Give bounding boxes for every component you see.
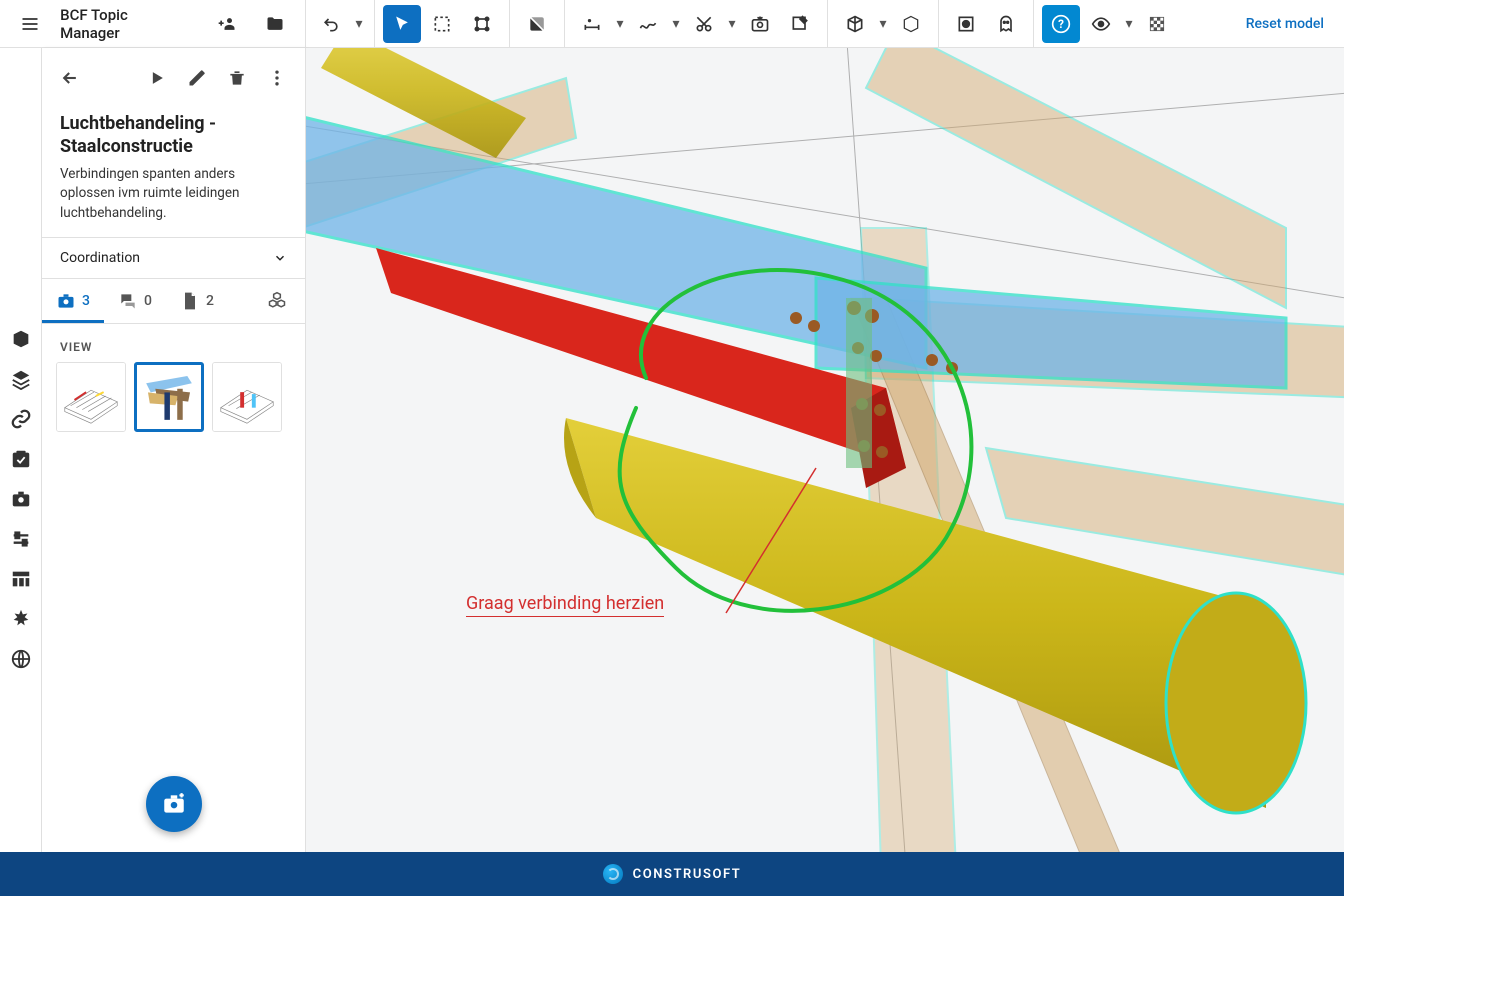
brand-logo-icon (603, 864, 623, 884)
elements-icon (267, 291, 287, 311)
play-icon[interactable] (141, 62, 173, 94)
folder-icon[interactable] (257, 5, 293, 43)
cut-dropdown[interactable]: ▾ (725, 16, 739, 32)
document-icon (180, 291, 200, 311)
more-icon[interactable] (261, 62, 293, 94)
freehand-icon[interactable] (629, 5, 667, 43)
annotate-icon[interactable] (781, 5, 819, 43)
ghost-icon[interactable] (987, 5, 1025, 43)
rail-check-icon[interactable] (10, 448, 32, 470)
top-toolbar: BCF Topic Manager ▾ ▾ (0, 0, 1344, 48)
undo-icon[interactable] (312, 5, 350, 43)
topic-block: Luchtbehandeling - Staalconstructie Verb… (42, 108, 305, 237)
panel-tabs: 3 0 2 (42, 279, 305, 324)
toolbar-buttons: ▾ ▾ ▾ ▾ (306, 0, 1344, 47)
view-section-label: VIEW (42, 324, 305, 362)
add-user-icon[interactable] (209, 5, 245, 43)
model-viewer[interactable]: Graag verbinding herzien (306, 48, 1344, 852)
rail-link-icon[interactable] (10, 408, 32, 430)
view-thumbnails (42, 362, 305, 432)
delete-icon[interactable] (221, 62, 253, 94)
footer-bar: CONSTRUSOFT (0, 852, 1344, 896)
transform-icon[interactable] (463, 5, 501, 43)
rail-camera-icon[interactable] (10, 488, 32, 510)
topic-description: Verbindingen spanten anders oplossen ivm… (60, 165, 287, 224)
camera-icon (56, 291, 76, 311)
chevron-down-icon (273, 251, 287, 265)
tab-elements[interactable] (253, 279, 305, 323)
undo-dropdown[interactable]: ▾ (352, 16, 366, 32)
rail-clash-icon[interactable] (10, 608, 32, 630)
contrast-icon[interactable] (518, 5, 556, 43)
edit-icon[interactable] (181, 62, 213, 94)
menu-icon[interactable] (12, 5, 48, 43)
brand-name: CONSTRUSOFT (633, 867, 742, 882)
tab-documents[interactable]: 2 (166, 279, 228, 323)
rail-sliders-icon[interactable] (10, 528, 32, 550)
annotation-text: Graag verbinding herzien (466, 593, 664, 617)
cut-icon[interactable] (685, 5, 723, 43)
panel-actions (42, 48, 305, 108)
panel-title-area: BCF Topic Manager (0, 0, 306, 47)
rail-layers-icon[interactable] (10, 368, 32, 390)
comments-icon (118, 291, 138, 311)
rail-cube-icon[interactable] (10, 328, 32, 350)
measure-dropdown[interactable]: ▾ (613, 16, 627, 32)
thumbnail-3[interactable] (212, 362, 282, 432)
eye-icon[interactable] (1082, 5, 1120, 43)
tab-views-count: 3 (82, 293, 90, 309)
reset-model-link[interactable]: Reset model (1232, 16, 1338, 32)
freehand-dropdown[interactable]: ▾ (669, 16, 683, 32)
cube-icon[interactable] (836, 5, 874, 43)
add-snapshot-fab[interactable] (146, 776, 202, 832)
eye-dropdown[interactable]: ▾ (1122, 16, 1136, 32)
help-icon[interactable]: ? (1042, 5, 1080, 43)
category-label: Coordination (60, 250, 140, 266)
main-area: Luchtbehandeling - Staalconstructie Verb… (0, 48, 1344, 852)
thumbnail-1[interactable] (56, 362, 126, 432)
topic-title: Luchtbehandeling - Staalconstructie (60, 112, 287, 159)
topic-panel: Luchtbehandeling - Staalconstructie Verb… (42, 48, 306, 852)
cube-dropdown[interactable]: ▾ (876, 16, 890, 32)
checker-icon[interactable] (1138, 5, 1176, 43)
rail-globe-icon[interactable] (10, 648, 32, 670)
pointer-tool-icon[interactable] (383, 5, 421, 43)
panel-title: BCF Topic Manager (60, 6, 185, 42)
target-icon[interactable] (947, 5, 985, 43)
marquee-select-icon[interactable] (423, 5, 461, 43)
tab-views[interactable]: 3 (42, 279, 104, 323)
thumbnail-2[interactable] (134, 362, 204, 432)
measure-icon[interactable] (573, 5, 611, 43)
snapshot-icon[interactable] (741, 5, 779, 43)
side-rail (0, 48, 42, 852)
cube-outline-icon[interactable] (892, 5, 930, 43)
rail-table-icon[interactable] (10, 568, 32, 590)
category-row[interactable]: Coordination (42, 237, 305, 279)
svg-text:?: ? (1058, 17, 1064, 31)
tab-comments-count: 0 (144, 293, 152, 309)
tab-comments[interactable]: 0 (104, 279, 166, 323)
tab-documents-count: 2 (206, 293, 214, 309)
back-icon[interactable] (54, 62, 86, 94)
